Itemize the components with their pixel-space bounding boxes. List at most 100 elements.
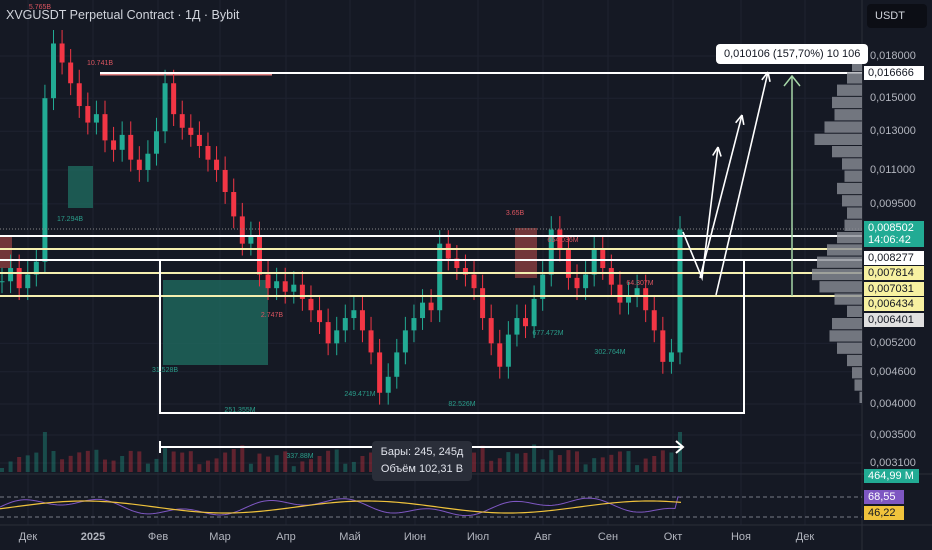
candle-body	[85, 106, 91, 123]
candle	[377, 338, 383, 405]
candle	[25, 261, 31, 301]
volume-bar	[214, 458, 219, 472]
candle	[660, 316, 666, 374]
candle	[76, 69, 82, 118]
volume-bar	[120, 456, 125, 472]
candle	[471, 261, 477, 301]
volume-profile-bar	[837, 232, 862, 244]
candle-body	[325, 322, 331, 344]
indicator-tag: 68,55	[864, 490, 904, 504]
price-tag: 0,007814	[864, 266, 924, 280]
time-label: Июн	[403, 531, 427, 543]
candle	[359, 296, 365, 343]
volume-bar	[154, 458, 159, 472]
volume-bar	[266, 456, 271, 472]
volume-bar	[566, 450, 571, 472]
volume-bar	[51, 451, 56, 472]
volume-bar	[171, 451, 176, 472]
candle	[591, 236, 597, 287]
time-label: Дек	[795, 531, 815, 543]
volume-bar	[334, 449, 339, 472]
time-label: Апр	[276, 531, 296, 543]
time-label: Май	[339, 531, 361, 543]
price-label: 0,004000	[870, 398, 916, 411]
candle-body	[171, 83, 177, 115]
volume-profile-bar	[847, 354, 862, 367]
price-label: 0,005200	[870, 337, 916, 350]
candle	[411, 304, 417, 343]
volume-bar	[643, 458, 648, 472]
candle	[42, 84, 48, 274]
candle-body	[402, 330, 408, 353]
volume-bar	[635, 465, 640, 472]
volume-bar	[291, 466, 296, 472]
candle	[368, 316, 374, 365]
candle-body	[668, 352, 674, 362]
candle-body	[385, 376, 391, 393]
candle	[308, 285, 314, 323]
volume-bar	[102, 459, 107, 472]
currency-button[interactable]: USDT	[867, 4, 927, 28]
candle	[128, 121, 134, 172]
volume-bar	[137, 451, 142, 472]
candle	[162, 69, 168, 144]
volume-annotation: 31.528B	[151, 367, 179, 374]
candle-body	[342, 318, 348, 331]
candle	[59, 30, 65, 75]
candle	[514, 304, 520, 347]
candle-body	[128, 134, 134, 160]
volume-annotation: 654.036M	[547, 237, 579, 244]
volume-bar	[549, 450, 554, 472]
volume-bar	[583, 464, 588, 472]
volume-annotation: 82.526M	[448, 401, 476, 408]
candle	[179, 100, 185, 140]
time-label: Июл	[466, 531, 490, 543]
candle	[565, 236, 571, 290]
volume-profile-bar	[837, 182, 862, 195]
candle-body	[437, 243, 443, 311]
candle	[102, 100, 108, 153]
volume-bar	[300, 461, 305, 472]
volume-bar	[257, 453, 262, 472]
candle	[119, 121, 125, 162]
candle-body	[368, 330, 374, 353]
rsi-line	[0, 496, 682, 517]
candle	[385, 363, 391, 405]
price-tag: 0,006434	[864, 297, 924, 311]
volume-annotation: 249.471M	[344, 391, 376, 398]
candle-body	[600, 249, 606, 269]
candle	[222, 156, 228, 204]
projection-arrow	[682, 146, 719, 282]
volume-bar	[617, 451, 622, 472]
volume-bar	[472, 452, 477, 472]
volume-annotation: 251.355M	[224, 407, 256, 414]
volume-annotation: 3.65B	[505, 210, 525, 217]
candle	[111, 126, 117, 162]
candle-body	[68, 62, 74, 84]
candle	[428, 289, 434, 323]
price-label: 0,004600	[870, 365, 916, 378]
candle	[574, 264, 580, 301]
candle-body	[634, 288, 640, 296]
candle-body	[145, 153, 151, 170]
volume-bar	[34, 452, 39, 472]
range-volume: Объём 102,31 B	[380, 463, 464, 475]
volume-bar	[145, 463, 150, 472]
candle-body	[196, 134, 202, 146]
volume-bar	[8, 461, 13, 472]
volume-bar	[240, 445, 245, 472]
volume-bar	[111, 460, 116, 472]
candle-body	[351, 310, 357, 319]
volume-bar	[557, 455, 562, 472]
volume-bar	[0, 468, 4, 472]
volume-profile-bar	[847, 72, 862, 84]
candle-body	[179, 114, 185, 128]
candle-body	[505, 334, 511, 367]
candle	[394, 338, 400, 389]
indicator-tag: 46,22	[864, 506, 904, 520]
candle-body	[359, 310, 365, 331]
price-label: 0,015000	[870, 92, 916, 105]
candle	[651, 296, 657, 343]
price-label: 0,003500	[870, 428, 916, 441]
volume-bar	[94, 449, 99, 472]
